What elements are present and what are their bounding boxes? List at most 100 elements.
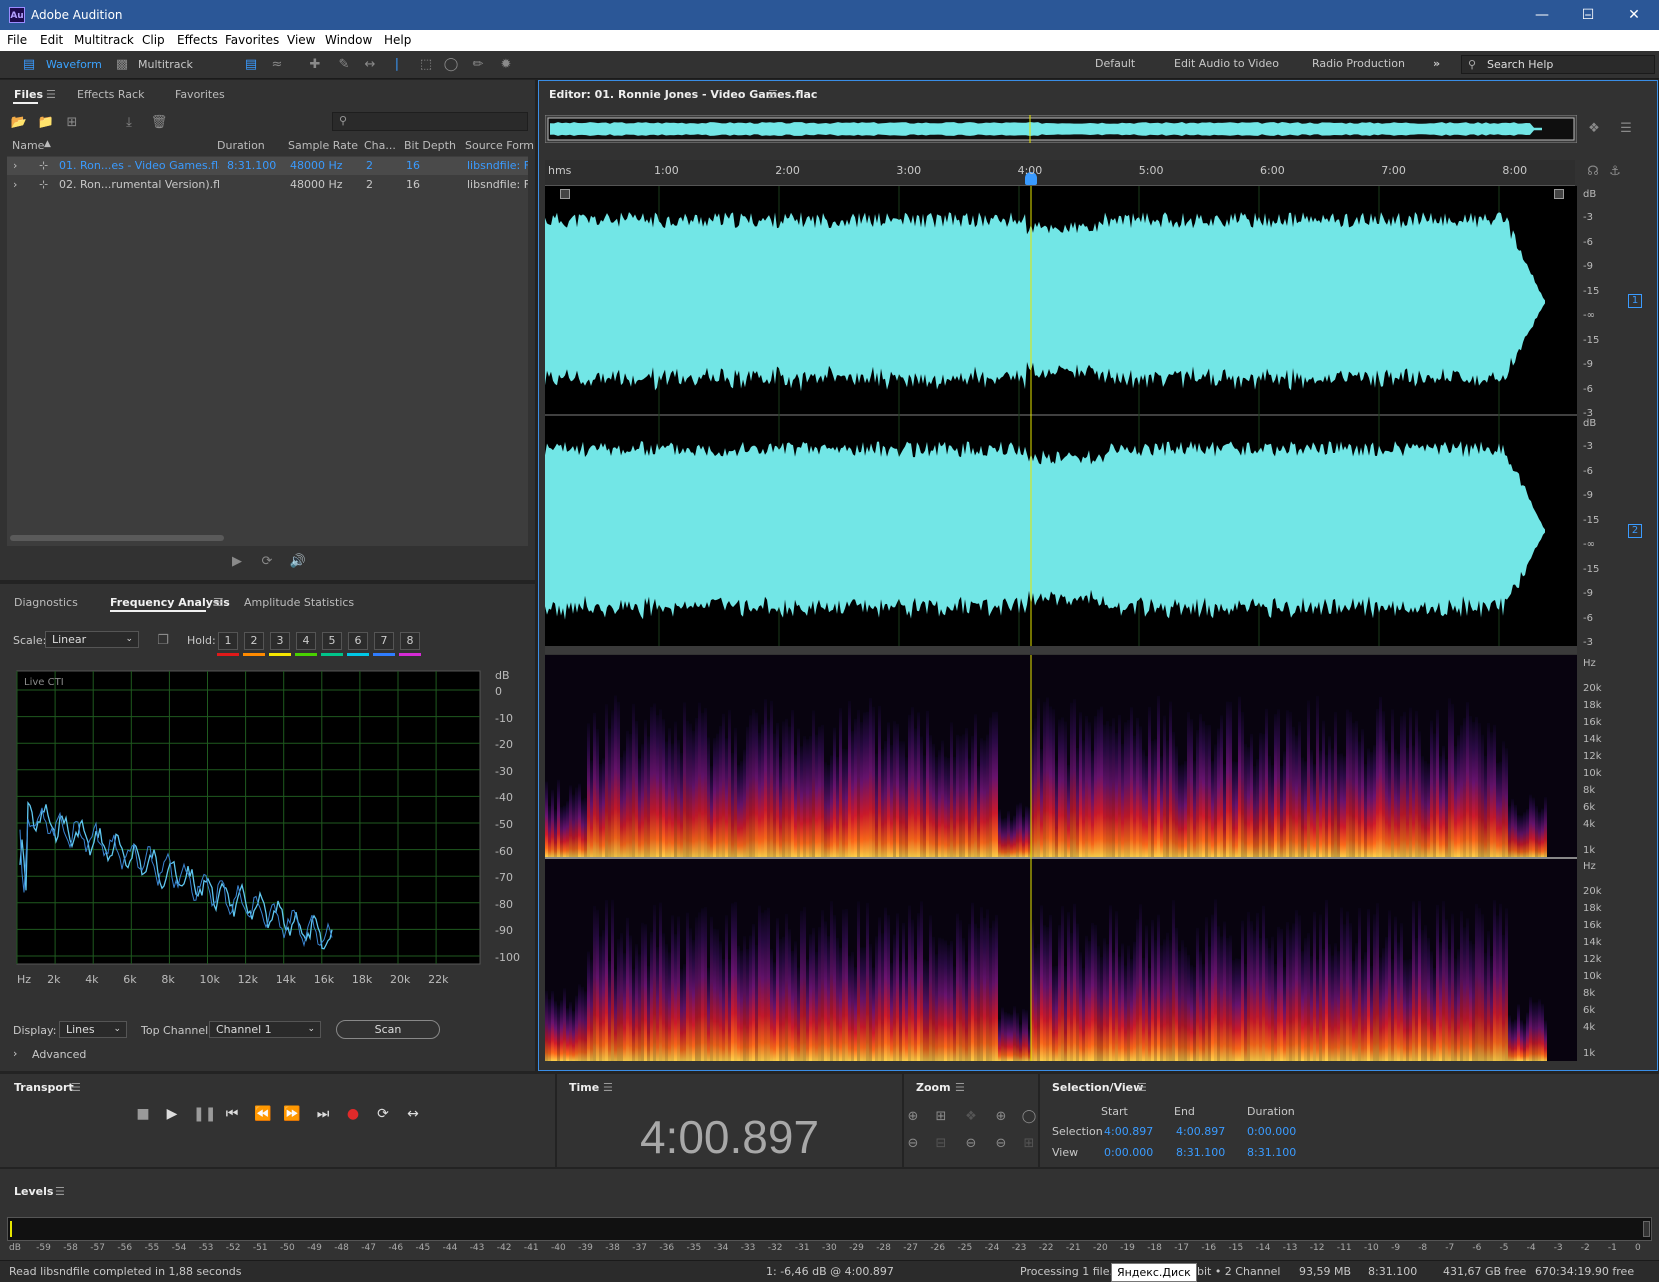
lasso-tool-icon[interactable]: ◯ (442, 56, 460, 74)
waveform-button[interactable]: Waveform (46, 55, 102, 74)
copy-graph-icon[interactable]: ❐ (154, 632, 172, 650)
files-horizontal-scrollbar[interactable] (10, 535, 224, 541)
waveform-display-icon[interactable]: ▤ (242, 56, 260, 74)
zoom-in-amplitude-icon[interactable]: ⊕ (904, 1108, 922, 1126)
record-icon[interactable]: ● (343, 1106, 363, 1122)
zoom-selection-icon[interactable]: ❖ (962, 1108, 980, 1126)
menu-help[interactable]: Help (384, 33, 411, 47)
loop-playback-icon[interactable]: ⟳ (373, 1106, 393, 1122)
pin-icon[interactable]: ⚓ (1606, 163, 1624, 181)
menu-file[interactable]: File (7, 33, 27, 47)
marquee-tool-icon[interactable]: ⬚ (417, 56, 435, 74)
zoom-in-time-icon[interactable]: ⊞ (932, 1108, 950, 1126)
scan-button[interactable]: Scan (336, 1020, 440, 1039)
zoom-out-point-icon[interactable]: ⊖ (992, 1135, 1010, 1153)
workspace-radio-production[interactable]: Radio Production (1312, 57, 1405, 70)
fast-forward-icon[interactable]: ⏩ (282, 1106, 302, 1122)
clip-indicator[interactable] (1643, 1221, 1650, 1237)
go-to-end-icon[interactable]: ⏭ (313, 1106, 333, 1122)
selection-start-field[interactable]: 4:00.897 (1104, 1125, 1153, 1138)
file-row[interactable]: › ⊹ 02. Ron...rumental Version).flac 480… (7, 176, 528, 194)
selection-end-field[interactable]: 4:00.897 (1176, 1125, 1225, 1138)
tab-amplitude-statistics[interactable]: Amplitude Statistics (244, 596, 354, 609)
hold-button-2[interactable]: 2 (244, 632, 264, 650)
selection-duration-field[interactable]: 0:00.000 (1247, 1125, 1296, 1138)
transport-menu-icon[interactable]: ☰ (71, 1081, 81, 1094)
time-ruler[interactable] (545, 160, 1575, 186)
more-workspaces-icon[interactable]: » (1433, 57, 1440, 70)
hold-button-4[interactable]: 4 (296, 632, 316, 650)
rewind-icon[interactable]: ⏪ (253, 1106, 273, 1122)
workspace-edit-audio-to-video[interactable]: Edit Audio to Video (1174, 57, 1279, 70)
menu-edit[interactable]: Edit (40, 33, 63, 47)
column-name[interactable]: Name (12, 139, 44, 152)
expand-chevron-icon[interactable]: › (13, 176, 17, 194)
menu-view[interactable]: View (287, 33, 315, 47)
column-sample-rate[interactable]: Sample Rate (288, 139, 358, 152)
tab-favorites[interactable]: Favorites (175, 88, 225, 101)
play-icon[interactable]: ▶ (162, 1106, 182, 1122)
slip-tool-icon[interactable]: ↔ (361, 56, 379, 74)
spectral-divider[interactable] (545, 646, 1577, 654)
files-search-input[interactable]: ⚲ (332, 112, 528, 131)
tab-diagnostics[interactable]: Diagnostics (14, 596, 78, 609)
loop-preview-icon[interactable]: ⟳ (258, 553, 276, 571)
hold-button-3[interactable]: 3 (270, 632, 290, 650)
autoplay-speaker-icon[interactable]: 🔊 (289, 553, 307, 571)
spectral-frequency-display[interactable] (545, 655, 1577, 1061)
open-file-icon[interactable]: 📂 (10, 114, 28, 132)
skip-selection-icon[interactable]: ↔ (403, 1106, 423, 1122)
column-channels[interactable]: Cha... (364, 139, 396, 152)
stop-icon[interactable]: ■ (133, 1106, 153, 1122)
channel-corner-handle-icon[interactable] (560, 189, 570, 199)
advanced-toggle[interactable]: Advanced (32, 1048, 86, 1061)
multitrack-button[interactable]: Multitrack (138, 55, 193, 74)
menu-effects[interactable]: Effects (177, 33, 218, 47)
spectral-display-icon[interactable]: ≈ (268, 56, 286, 74)
time-menu-icon[interactable]: ☰ (603, 1081, 613, 1094)
move-tool-icon[interactable]: ✚ (306, 56, 324, 74)
view-end-field[interactable]: 8:31.100 (1176, 1146, 1225, 1159)
maximize-button[interactable]: ☐ (1565, 0, 1611, 30)
tab-frequency-analysis[interactable]: Frequency Analysis (110, 596, 230, 609)
editor-settings-icon[interactable]: ☰ (1617, 120, 1635, 138)
expand-chevron-icon[interactable]: › (13, 157, 17, 175)
tab-files[interactable]: Files (14, 88, 43, 101)
hold-button-7[interactable]: 7 (374, 632, 394, 650)
hold-button-6[interactable]: 6 (348, 632, 368, 650)
pause-icon[interactable]: ❚❚ (193, 1106, 216, 1122)
import-file-icon[interactable]: 📁 (37, 114, 55, 132)
menu-favorites[interactable]: Favorites (225, 33, 279, 47)
advanced-chevron-icon[interactable]: › (13, 1047, 17, 1060)
channel-2-badge[interactable]: 2 (1628, 524, 1642, 538)
insert-into-multitrack-icon[interactable]: ⤓ (120, 114, 138, 132)
minimize-icon[interactable]: — (1519, 0, 1565, 30)
files-panel-menu-icon[interactable]: ☰ (46, 88, 56, 101)
razor-tool-icon[interactable]: ✎ (335, 56, 353, 74)
editor-menu-icon[interactable]: ☰ (768, 88, 778, 101)
brush-tool-icon[interactable]: ✏ (469, 56, 487, 74)
hold-button-1[interactable]: 1 (218, 632, 238, 650)
file-row[interactable]: › ⊹ 01. Ron...es - Video Games.flac 8:31… (7, 157, 528, 175)
menu-multitrack[interactable]: Multitrack (74, 33, 134, 47)
zoom-out-full-icon[interactable]: ⊖ (962, 1135, 980, 1153)
menu-window[interactable]: Window (325, 33, 372, 47)
column-source-format[interactable]: Source Form (465, 139, 534, 152)
view-duration-field[interactable]: 8:31.100 (1247, 1146, 1296, 1159)
play-preview-icon[interactable]: ▶ (228, 553, 246, 571)
hold-button-5[interactable]: 5 (322, 632, 342, 650)
search-help-input[interactable]: ⚲ Search Help (1461, 55, 1655, 74)
workspace-default[interactable]: Default (1095, 57, 1135, 70)
zoom-menu-icon[interactable]: ☰ (955, 1081, 965, 1094)
zoom-navigator-icon[interactable]: ❖ (1585, 120, 1603, 138)
analysis-panel-menu-icon[interactable]: ☰ (213, 596, 223, 609)
view-start-field[interactable]: 0:00.000 (1104, 1146, 1153, 1159)
tab-effects-rack[interactable]: Effects Rack (77, 88, 144, 101)
zoom-out-amplitude-icon[interactable]: ⊖ (904, 1135, 922, 1153)
selection-view-menu-icon[interactable]: ☰ (1137, 1081, 1147, 1094)
go-to-start-icon[interactable]: ⏮ (222, 1106, 242, 1122)
close-button[interactable]: ✕ (1611, 0, 1657, 30)
zoom-fit-icon[interactable]: ⊞ (1020, 1135, 1038, 1153)
display-select[interactable]: Lines ⌄ (59, 1021, 127, 1038)
spot-healing-tool-icon[interactable]: ✹ (497, 56, 515, 74)
